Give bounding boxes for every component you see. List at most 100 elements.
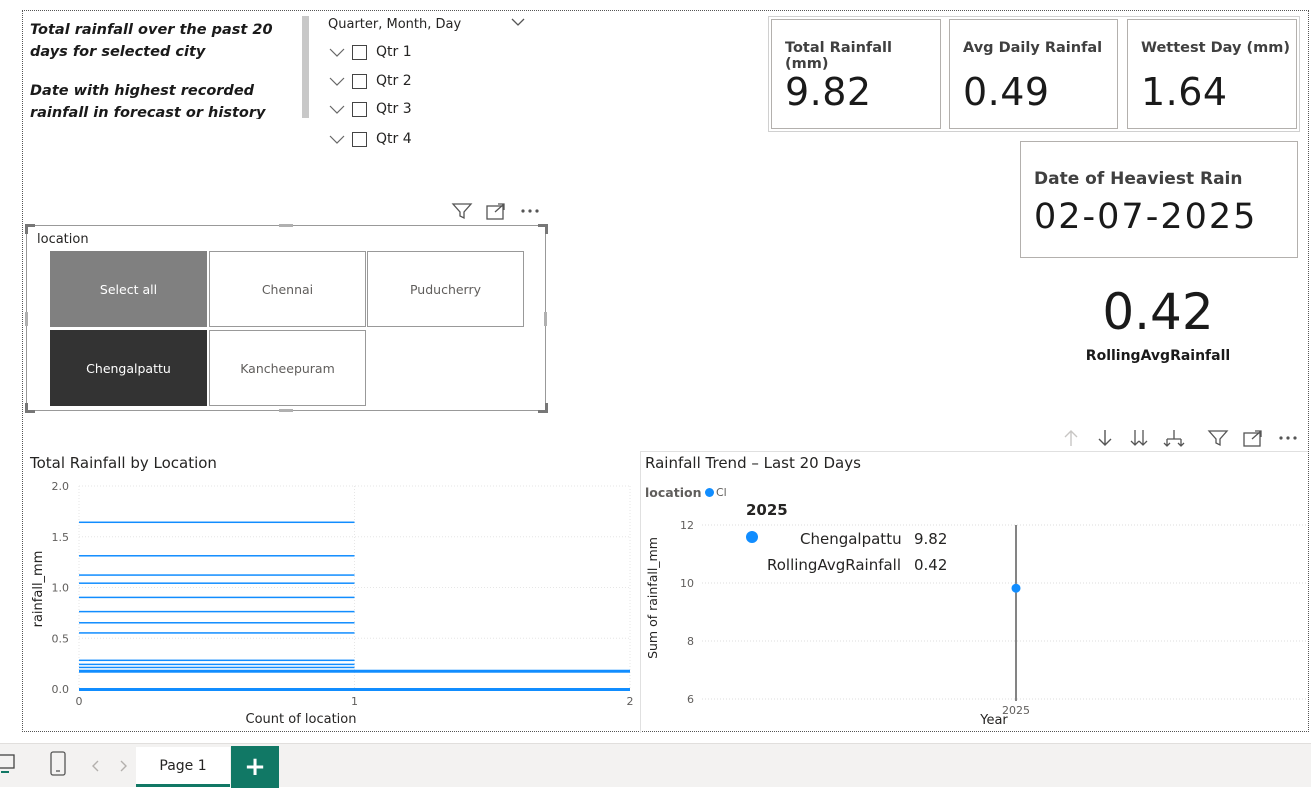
bar	[79, 574, 355, 576]
slicer-item-qtr3[interactable]: Qtr 3	[328, 97, 412, 121]
tooltip-series-name: Chengalpattu	[800, 530, 902, 548]
textbox-scrollbar[interactable]	[302, 16, 309, 118]
add-page-button[interactable]: +	[231, 746, 279, 788]
legend-item[interactable]: Cl	[716, 486, 728, 499]
expand-chevron-icon[interactable]	[328, 45, 346, 59]
y-tick-label: 0.0	[52, 683, 70, 696]
chevron-left-icon[interactable]	[90, 759, 102, 773]
legend-marker	[705, 488, 714, 497]
x-tick-label: 2	[627, 695, 634, 708]
mobile-view-icon[interactable]	[49, 751, 67, 777]
wettest-day-card[interactable]: Wettest Day (mm) 1.64	[1127, 19, 1297, 129]
resize-handle[interactable]	[25, 224, 35, 234]
resize-handle[interactable]	[544, 312, 547, 326]
description-line-1: Total rainfall over the past 20 days for…	[30, 22, 273, 60]
hierarchy-slicer-title: Quarter, Month, Day	[328, 17, 462, 32]
rolling-avg-value: 0.42	[1102, 283, 1214, 341]
legend-title: location	[645, 485, 702, 500]
desktop-view-icon[interactable]	[0, 753, 18, 775]
tooltip-year: 2025	[746, 501, 788, 519]
chevron-down-icon[interactable]	[511, 17, 525, 27]
y-tick-label: 8	[687, 635, 694, 648]
tooltip-measure-name: RollingAvgRainfall	[767, 556, 902, 574]
card-value: 9.82	[785, 70, 872, 114]
more-options-icon[interactable]	[1277, 429, 1299, 447]
location-slicer-title: location	[37, 232, 89, 247]
slicer-item-qtr1[interactable]: Qtr 1	[328, 40, 412, 64]
resize-handle[interactable]	[279, 409, 293, 412]
tile-puducherry[interactable]: Puducherry	[367, 251, 524, 327]
tooltip-measure-value: 0.42	[914, 556, 948, 574]
bar	[79, 622, 355, 624]
checkbox[interactable]	[352, 73, 367, 89]
checkbox[interactable]	[352, 44, 367, 60]
drill-up-icon[interactable]	[1060, 429, 1082, 447]
tile-kancheepuram[interactable]: Kancheepuram	[209, 330, 366, 406]
card-value: 1.64	[1141, 70, 1228, 114]
slicer-item-label: Qtr 3	[376, 101, 412, 117]
resize-handle[interactable]	[25, 403, 35, 413]
y-tick-label: 0.5	[52, 632, 70, 645]
expand-hierarchy-icon[interactable]	[1163, 429, 1185, 447]
trend-chart-title: Rainfall Trend – Last 20 Days	[645, 454, 861, 472]
filter-icon[interactable]	[451, 202, 473, 220]
card-label: Total Rainfall (mm)	[785, 40, 892, 72]
focus-mode-icon[interactable]	[1242, 430, 1264, 448]
heaviest-rain-date-card[interactable]: Date of Heaviest Rain 02-07-2025	[1020, 141, 1298, 258]
expand-chevron-icon[interactable]	[328, 132, 346, 146]
y-tick-label: 6	[687, 693, 694, 706]
bar	[79, 669, 630, 673]
slicer-item-label: Qtr 4	[376, 131, 412, 147]
x-axis-label: Count of location	[246, 712, 357, 727]
y-tick-label: 1.5	[52, 531, 70, 544]
rolling-avg-label: RollingAvgRainfall	[1085, 348, 1231, 364]
bar	[79, 663, 355, 666]
expand-chevron-icon[interactable]	[328, 74, 346, 88]
rainfall-trend-chart[interactable]: 6 8 10 12 2025 Year Sum of rainfall_mm	[640, 501, 1308, 733]
bar	[79, 659, 355, 662]
card-value: 0.49	[963, 70, 1050, 114]
page-navigation-bar: Page 1 +	[0, 743, 1311, 788]
y-tick-label: 10	[680, 577, 694, 590]
description-textbox[interactable]: Total rainfall over the past 20 days for…	[30, 19, 300, 119]
checkbox[interactable]	[352, 101, 367, 117]
bar	[79, 555, 355, 557]
y-axis-label: Sum of rainfall_mm	[645, 537, 660, 659]
bar	[79, 610, 355, 613]
bar-chart-title: Total Rainfall by Location	[30, 454, 217, 472]
resize-handle[interactable]	[538, 403, 548, 413]
expand-next-level-icon[interactable]	[1128, 429, 1150, 447]
bar	[79, 521, 355, 524]
bar	[79, 596, 355, 599]
focus-mode-icon[interactable]	[485, 203, 507, 221]
total-rainfall-card[interactable]: Total Rainfall (mm) 9.82	[771, 19, 941, 129]
tile-select-all[interactable]: Select all	[50, 251, 207, 327]
page-tab-page-1[interactable]: Page 1	[136, 747, 230, 787]
chevron-right-icon[interactable]	[117, 759, 129, 773]
tooltip-series-value: 9.82	[914, 530, 948, 548]
drill-down-icon[interactable]	[1094, 429, 1116, 447]
more-options-icon[interactable]	[519, 202, 541, 220]
slicer-item-qtr2[interactable]: Qtr 2	[328, 69, 412, 93]
slicer-item-qtr4[interactable]: Qtr 4	[328, 127, 412, 151]
filter-icon[interactable]	[1207, 429, 1229, 447]
tile-chennai[interactable]: Chennai	[209, 251, 366, 327]
avg-daily-rainfall-card[interactable]: Avg Daily Rainfal 0.49	[949, 19, 1118, 129]
tile-chengalpattu[interactable]: Chengalpattu	[50, 330, 207, 406]
card-label: Date of Heaviest Rain	[1034, 169, 1243, 189]
expand-chevron-icon[interactable]	[328, 102, 346, 116]
y-tick-label: 12	[680, 519, 694, 532]
resize-handle[interactable]	[279, 224, 293, 227]
card-value: 02-07-2025	[1034, 197, 1258, 237]
bar	[79, 582, 355, 584]
checkbox[interactable]	[352, 131, 367, 147]
tooltip-marker	[746, 531, 758, 543]
y-tick-label: 1.0	[52, 582, 70, 595]
y-tick-label: 2.0	[52, 480, 70, 493]
description-line-2: Date with highest recorded rainfall in f…	[30, 83, 266, 119]
bar	[79, 666, 355, 669]
rainfall-by-location-chart[interactable]: 0.0 0.5 1.0 1.5 2.0 0 1 2 Count of location ra…	[23, 471, 643, 733]
resize-handle[interactable]	[538, 224, 548, 234]
y-axis-label: rainfall_mm	[31, 551, 46, 628]
resize-handle[interactable]	[25, 312, 28, 326]
